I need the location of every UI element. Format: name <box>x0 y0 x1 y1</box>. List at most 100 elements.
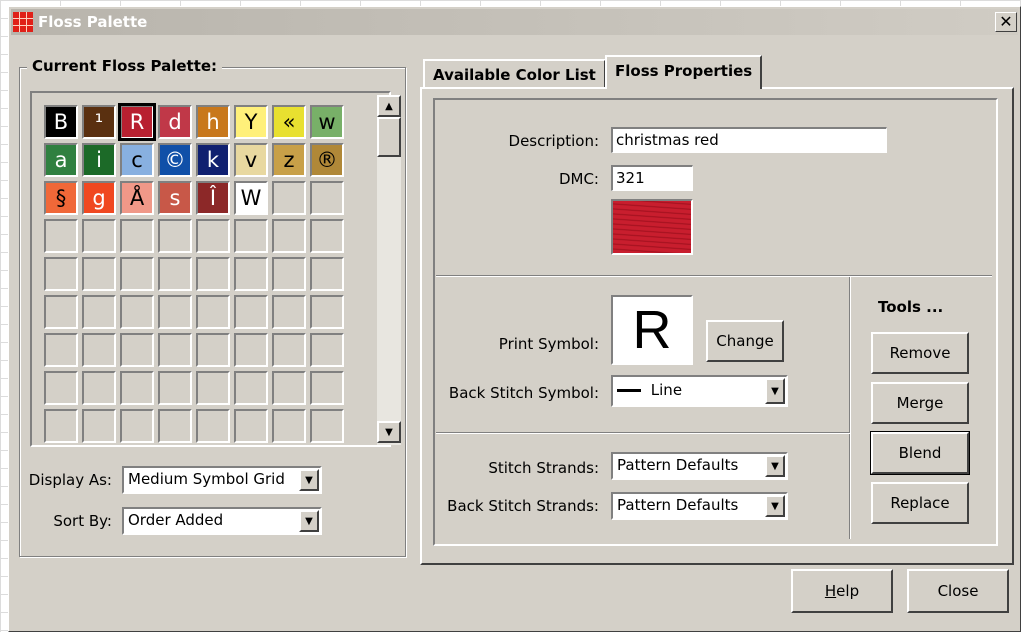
empty-floss-cell[interactable] <box>196 409 230 443</box>
floss-cell[interactable]: R <box>118 103 156 141</box>
empty-floss-cell[interactable] <box>44 333 78 367</box>
empty-floss-cell[interactable] <box>272 371 306 405</box>
scroll-up-icon[interactable]: ▲ <box>377 95 401 117</box>
floss-cell[interactable]: ® <box>310 143 344 177</box>
floss-cell[interactable]: w <box>310 105 344 139</box>
merge-button[interactable]: Merge <box>871 382 969 424</box>
floss-cell[interactable]: c <box>120 143 154 177</box>
palette-scrollbar[interactable]: ▲ ▼ <box>377 95 401 445</box>
floss-cell[interactable]: § <box>44 181 78 215</box>
empty-floss-cell[interactable] <box>310 295 344 329</box>
close-button[interactable]: Close <box>907 569 1009 613</box>
floss-cell[interactable]: h <box>196 105 230 139</box>
back-stitch-symbol-select[interactable]: Line ▼ <box>611 375 788 407</box>
floss-cell[interactable]: d <box>158 105 192 139</box>
scroll-down-icon[interactable]: ▼ <box>377 421 401 443</box>
print-symbol-preview[interactable]: R <box>611 295 693 365</box>
back-stitch-strands-select[interactable]: Pattern Defaults ▼ <box>611 492 788 520</box>
floss-cell[interactable]: W <box>234 181 268 215</box>
empty-floss-cell[interactable] <box>234 219 268 253</box>
empty-floss-cell[interactable] <box>310 219 344 253</box>
chevron-down-icon[interactable]: ▼ <box>299 469 319 491</box>
empty-floss-cell[interactable] <box>310 257 344 291</box>
empty-floss-cell[interactable] <box>272 333 306 367</box>
stitch-strands-select[interactable]: Pattern Defaults ▼ <box>611 452 788 480</box>
title-bar[interactable]: Floss Palette ✕ <box>11 9 1018 35</box>
floss-cell[interactable]: i <box>82 143 116 177</box>
floss-cell[interactable]: B <box>44 105 78 139</box>
empty-floss-cell[interactable] <box>120 333 154 367</box>
empty-floss-cell[interactable] <box>44 257 78 291</box>
floss-cell[interactable]: © <box>158 143 192 177</box>
floss-cell[interactable]: k <box>196 143 230 177</box>
empty-floss-cell[interactable] <box>44 295 78 329</box>
empty-floss-cell[interactable] <box>310 333 344 367</box>
empty-floss-cell[interactable] <box>272 257 306 291</box>
tab-floss-properties[interactable]: Floss Properties <box>605 55 763 89</box>
chevron-down-icon[interactable]: ▼ <box>765 378 785 404</box>
tab-available-color-list[interactable]: Available Color List <box>423 59 606 87</box>
empty-floss-cell[interactable] <box>158 333 192 367</box>
empty-floss-cell[interactable] <box>196 219 230 253</box>
change-button[interactable]: Change <box>706 320 784 362</box>
empty-floss-cell[interactable] <box>82 219 116 253</box>
empty-floss-cell[interactable] <box>158 371 192 405</box>
replace-button[interactable]: Replace <box>871 482 969 524</box>
floss-cell[interactable]: a <box>44 143 78 177</box>
floss-cell[interactable]: g <box>82 181 116 215</box>
empty-floss-cell[interactable] <box>234 371 268 405</box>
empty-floss-cell[interactable] <box>234 295 268 329</box>
help-button[interactable]: Help <box>791 569 893 613</box>
empty-floss-cell[interactable] <box>310 371 344 405</box>
empty-floss-cell[interactable] <box>310 181 344 215</box>
empty-floss-cell[interactable] <box>120 219 154 253</box>
empty-floss-cell[interactable] <box>234 257 268 291</box>
floss-cell[interactable]: Å <box>120 181 154 215</box>
empty-floss-cell[interactable] <box>272 181 306 215</box>
display-as-select[interactable]: Medium Symbol Grid ▼ <box>122 466 322 494</box>
floss-cell[interactable]: s <box>158 181 192 215</box>
empty-floss-cell[interactable] <box>234 409 268 443</box>
floss-cell[interactable]: Î <box>196 181 230 215</box>
empty-floss-cell[interactable] <box>196 295 230 329</box>
chevron-down-icon[interactable]: ▼ <box>765 495 785 517</box>
empty-floss-cell[interactable] <box>82 371 116 405</box>
empty-floss-cell[interactable] <box>272 409 306 443</box>
floss-cell[interactable]: v <box>234 143 268 177</box>
blend-button[interactable]: Blend <box>870 431 970 475</box>
floss-cell[interactable]: ¹ <box>82 105 116 139</box>
chevron-down-icon[interactable]: ▼ <box>299 510 319 532</box>
empty-floss-cell[interactable] <box>272 219 306 253</box>
empty-floss-cell[interactable] <box>82 333 116 367</box>
empty-floss-cell[interactable] <box>310 409 344 443</box>
empty-floss-cell[interactable] <box>158 409 192 443</box>
empty-floss-cell[interactable] <box>82 409 116 443</box>
empty-floss-cell[interactable] <box>158 295 192 329</box>
empty-floss-cell[interactable] <box>44 219 78 253</box>
empty-floss-cell[interactable] <box>272 295 306 329</box>
dmc-input[interactable]: 321 <box>611 165 693 191</box>
chevron-down-icon[interactable]: ▼ <box>765 455 785 477</box>
empty-floss-cell[interactable] <box>196 257 230 291</box>
empty-floss-cell[interactable] <box>120 257 154 291</box>
remove-button[interactable]: Remove <box>871 332 969 374</box>
empty-floss-cell[interactable] <box>158 257 192 291</box>
empty-floss-cell[interactable] <box>120 295 154 329</box>
empty-floss-cell[interactable] <box>196 371 230 405</box>
empty-floss-cell[interactable] <box>120 371 154 405</box>
floss-cell[interactable]: z <box>272 143 306 177</box>
sort-by-select[interactable]: Order Added ▼ <box>122 507 322 535</box>
floss-cell[interactable]: Y <box>234 105 268 139</box>
empty-floss-cell[interactable] <box>82 257 116 291</box>
empty-floss-cell[interactable] <box>120 409 154 443</box>
empty-floss-cell[interactable] <box>196 333 230 367</box>
empty-floss-cell[interactable] <box>158 219 192 253</box>
scroll-thumb[interactable] <box>377 117 401 157</box>
floss-cell[interactable]: « <box>272 105 306 139</box>
empty-floss-cell[interactable] <box>82 295 116 329</box>
empty-floss-cell[interactable] <box>44 371 78 405</box>
empty-floss-cell[interactable] <box>44 409 78 443</box>
close-icon[interactable]: ✕ <box>995 12 1017 32</box>
description-input[interactable]: christmas red <box>611 127 887 153</box>
empty-floss-cell[interactable] <box>234 333 268 367</box>
